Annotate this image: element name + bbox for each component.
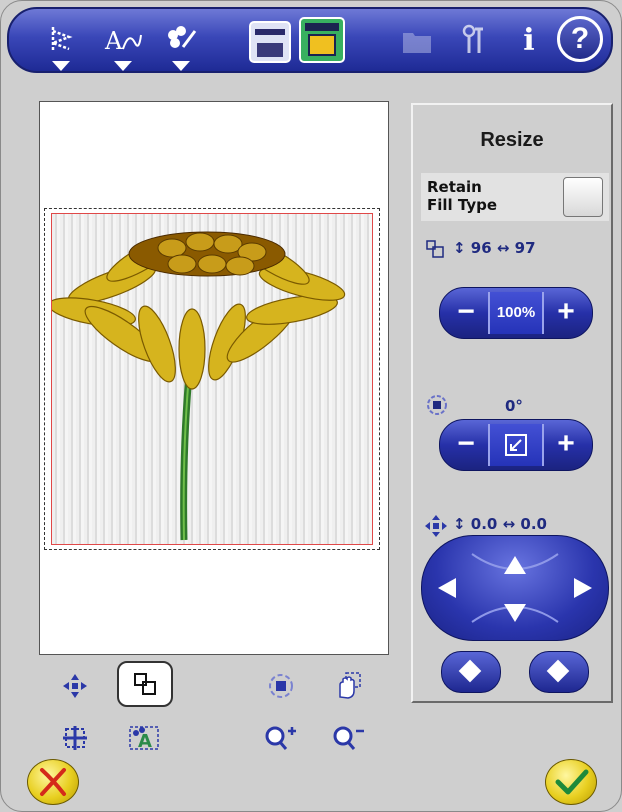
- retain-fill-type-label: Retain Fill Type: [427, 178, 498, 214]
- resize-tool-button[interactable]: [117, 661, 173, 707]
- move-down-button[interactable]: [504, 604, 526, 622]
- hoop-boundary: [44, 208, 380, 550]
- svg-text:A: A: [138, 731, 152, 752]
- rotation-control: − +: [439, 419, 593, 471]
- panel-title: Resize: [480, 129, 544, 151]
- app-window: A i ? Resize Retain Fill Type ↕ 96 ↔ 97 …: [0, 0, 622, 812]
- move-right-button[interactable]: [574, 578, 592, 598]
- retain-fill-type-checkbox[interactable]: [563, 177, 603, 217]
- folder-icon[interactable]: [397, 21, 437, 61]
- stitch-tools-icon[interactable]: [41, 21, 81, 71]
- move-left-button[interactable]: [438, 578, 456, 598]
- retain-fill-type-row: Retain Fill Type: [421, 173, 609, 221]
- embroidery-canvas[interactable]: [39, 101, 389, 655]
- text-arc-icon: A: [129, 726, 159, 752]
- dropdown-arrow-icon: [172, 61, 190, 71]
- resize-panel: Resize Retain Fill Type ↕ 96 ↔ 97 − 100%…: [411, 103, 613, 703]
- resize-icon: [426, 240, 444, 258]
- zoom-in-icon: [265, 726, 296, 750]
- rotate-icon: [427, 395, 447, 415]
- cancel-button[interactable]: [27, 759, 79, 805]
- hand-icon: [339, 672, 361, 699]
- text-arc-tool-button[interactable]: A: [123, 719, 167, 757]
- center-tool-button[interactable]: [53, 719, 97, 757]
- rotate-tool-icon: [269, 674, 293, 698]
- edit-mode-icon[interactable]: [249, 21, 291, 63]
- settings-tools-icon[interactable]: [455, 21, 495, 61]
- center-icon: [63, 726, 87, 750]
- pan-tool-button[interactable]: [327, 667, 371, 705]
- mirror-vertical-icon: [546, 659, 570, 683]
- design-tools-icon[interactable]: [161, 21, 201, 71]
- dropdown-arrow-icon: [114, 61, 132, 71]
- scale-reset-button[interactable]: 100%: [488, 292, 544, 334]
- rotation-reset-icon: [505, 434, 527, 457]
- rotation-reset-button[interactable]: [488, 424, 544, 466]
- position-dpad: [421, 535, 609, 641]
- ok-button[interactable]: [545, 759, 597, 805]
- scale-control: − 100% +: [439, 287, 593, 339]
- scale-increase-button[interactable]: +: [544, 291, 588, 335]
- top-toolbar: A i ?: [7, 7, 613, 73]
- dropdown-arrow-icon: [52, 61, 70, 71]
- svg-text:A: A: [104, 27, 123, 55]
- zoom-in-button[interactable]: [259, 719, 303, 757]
- zoom-out-icon: [333, 726, 364, 750]
- mirror-vertical-button[interactable]: [529, 651, 589, 693]
- info-icon[interactable]: i: [509, 21, 549, 61]
- mirror-horizontal-icon: [458, 659, 482, 683]
- position-readout: ↕ 0.0 ↔ 0.0: [453, 515, 547, 533]
- rotate-right-button[interactable]: +: [544, 423, 588, 467]
- rotation-readout: 0°: [505, 397, 523, 415]
- sunflower-design: [48, 231, 346, 541]
- resize-tool-icon: [134, 673, 156, 695]
- move-tool-icon: [63, 674, 87, 698]
- mirror-horizontal-button[interactable]: [441, 651, 501, 693]
- scale-decrease-button[interactable]: −: [444, 291, 488, 335]
- cancel-icon: [40, 768, 66, 796]
- checkmark-icon: [555, 769, 589, 795]
- move-up-button[interactable]: [504, 556, 526, 574]
- zoom-out-button[interactable]: [327, 719, 371, 757]
- help-button[interactable]: ?: [557, 16, 603, 62]
- move-tool-button[interactable]: [53, 667, 97, 705]
- font-tools-icon[interactable]: A: [103, 21, 143, 71]
- size-readout: ↕ 96 ↔ 97: [453, 239, 536, 257]
- selection-box[interactable]: [48, 213, 373, 545]
- rotate-tool-button[interactable]: [259, 667, 303, 705]
- stitch-out-mode-icon[interactable]: [299, 17, 345, 63]
- rotate-left-button[interactable]: −: [444, 423, 488, 467]
